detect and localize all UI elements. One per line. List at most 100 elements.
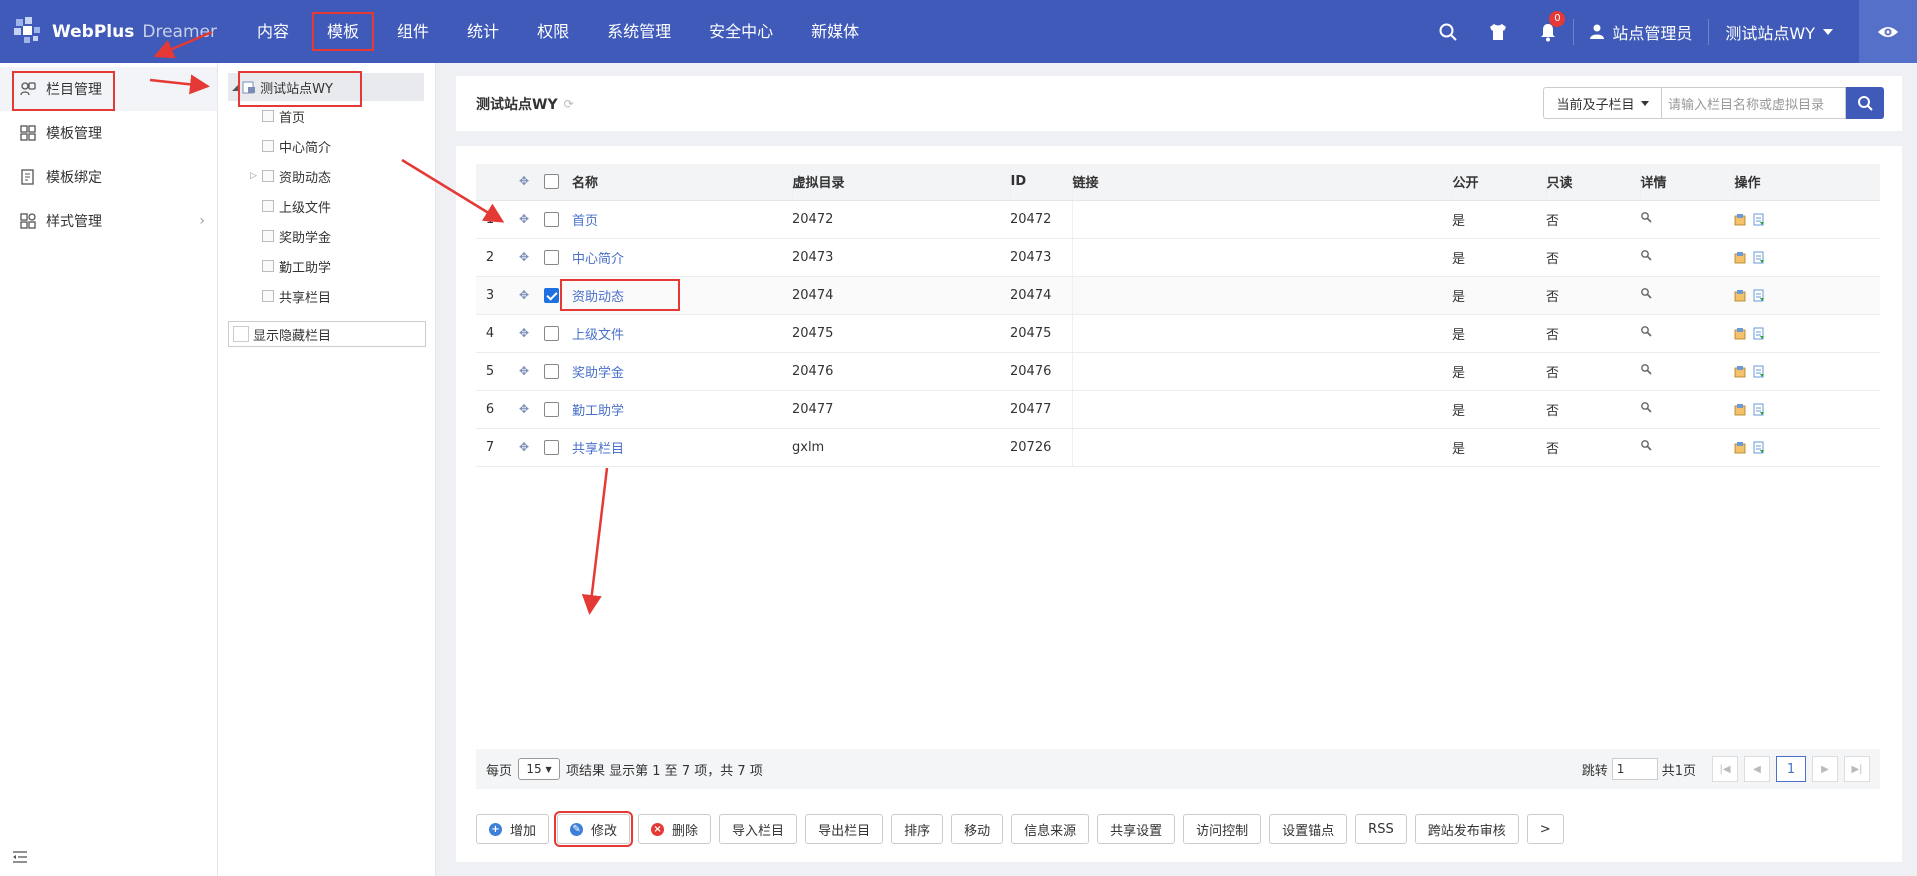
row-name-link[interactable]: 勤工助学 xyxy=(572,404,624,419)
edit-page-icon[interactable] xyxy=(1752,365,1765,378)
edit-page-icon[interactable] xyxy=(1752,441,1765,454)
table-row[interactable]: 2 ✥ 中心简介 20473 20473 是否 xyxy=(476,238,1880,277)
action-button-9[interactable]: 访问控制 xyxy=(1183,814,1262,844)
drag-handle-icon[interactable]: ✥ xyxy=(504,314,544,353)
magnifier-icon[interactable] xyxy=(1640,325,1652,337)
bell-icon[interactable]: 0 xyxy=(1523,0,1573,63)
edit-page-icon[interactable] xyxy=(1752,403,1765,416)
action-button-0[interactable]: + 增加 xyxy=(476,814,550,844)
edit-properties-icon[interactable] xyxy=(1734,441,1747,454)
nav-statistics[interactable]: 统计 xyxy=(448,0,518,63)
site-switcher[interactable]: 测试站点WY xyxy=(1708,18,1849,45)
next-page-icon[interactable]: ▶ xyxy=(1812,756,1838,782)
row-name-link[interactable]: 共享栏目 xyxy=(572,442,624,457)
row-checkbox[interactable] xyxy=(544,211,559,227)
row-name-link[interactable]: 上级文件 xyxy=(572,328,624,343)
row-name-link[interactable]: 中心简介 xyxy=(572,252,624,267)
action-button-1[interactable]: ✎ 修改 xyxy=(554,811,634,847)
table-row[interactable]: 5 ✥ 奖助学金 20476 20476 是否 xyxy=(476,352,1880,391)
select-all-checkbox[interactable] xyxy=(544,174,559,190)
scope-select[interactable]: 当前及子栏目 xyxy=(1543,87,1661,119)
row-checkbox[interactable] xyxy=(544,363,559,379)
column-header-dir[interactable]: 虚拟目录 xyxy=(791,164,1010,201)
action-button-13[interactable]: > xyxy=(1526,814,1564,844)
column-header-readonly[interactable]: 只读 xyxy=(1545,164,1640,201)
magnifier-icon[interactable] xyxy=(1640,439,1652,451)
row-name-link[interactable]: 首页 xyxy=(572,214,598,229)
tree-node[interactable]: 中心简介 xyxy=(218,131,435,161)
prev-page-icon[interactable]: ◀ xyxy=(1744,756,1770,782)
row-name-link[interactable]: 奖助学金 xyxy=(572,366,624,381)
jump-input[interactable]: 1 xyxy=(1611,758,1658,780)
nav-new-media[interactable]: 新媒体 xyxy=(792,0,878,63)
edit-properties-icon[interactable] xyxy=(1734,403,1747,416)
magnifier-icon[interactable] xyxy=(1640,401,1652,413)
action-button-2[interactable]: × 删除 xyxy=(638,814,712,844)
sidebar-item-column-management[interactable]: 栏目管理 xyxy=(0,67,217,111)
edit-properties-icon[interactable] xyxy=(1734,289,1747,302)
edit-properties-icon[interactable] xyxy=(1734,327,1747,340)
edit-properties-icon[interactable] xyxy=(1734,365,1747,378)
theme-shirt-icon[interactable] xyxy=(1473,0,1523,63)
tree-node[interactable]: 奖助学金 xyxy=(218,221,435,251)
table-row[interactable]: 7 ✥ 共享栏目 gxlm 20726 是否 xyxy=(476,428,1880,467)
column-header-link[interactable]: 链接 xyxy=(1071,164,1452,201)
magnifier-icon[interactable] xyxy=(1640,211,1652,223)
action-button-6[interactable]: 移动 xyxy=(951,814,1004,844)
magnifier-icon[interactable] xyxy=(1640,287,1652,299)
edit-page-icon[interactable] xyxy=(1752,251,1765,264)
show-hidden-toggle[interactable]: 显示隐藏栏目 xyxy=(228,321,426,347)
edit-page-icon[interactable] xyxy=(1752,289,1765,302)
tree-node[interactable]: ▷ 资助动态 xyxy=(218,161,435,191)
last-page-icon[interactable]: ▶| xyxy=(1844,756,1870,782)
drag-handle-icon[interactable]: ✥ xyxy=(504,238,544,277)
drag-handle-icon[interactable]: ✥ xyxy=(504,352,544,391)
drag-handle-icon[interactable]: ✥ xyxy=(504,276,544,315)
nav-system[interactable]: 系统管理 xyxy=(588,0,690,63)
tree-collapsed-icon[interactable]: ▷ xyxy=(250,171,257,181)
edit-page-icon[interactable] xyxy=(1752,213,1765,226)
tree-node[interactable]: 勤工助学 xyxy=(218,251,435,281)
edit-properties-icon[interactable] xyxy=(1734,251,1747,264)
table-row[interactable]: 3 ✥ 资助动态 20474 20474 是否 xyxy=(476,276,1880,315)
tree-root[interactable]: ◢ 测试站点WY xyxy=(228,71,424,107)
table-row[interactable]: 4 ✥ 上级文件 20475 20475 是否 xyxy=(476,314,1880,353)
sidebar-item-style-management[interactable]: 样式管理 › xyxy=(0,199,217,243)
collapse-menu-icon[interactable] xyxy=(12,850,28,868)
table-row[interactable]: 1 ✥ 首页 20472 20472 是否 xyxy=(476,200,1880,239)
row-checkbox[interactable] xyxy=(544,249,559,265)
action-button-12[interactable]: 跨站发布审核 xyxy=(1414,814,1519,844)
nav-template[interactable]: 模板 xyxy=(308,0,378,63)
current-page-button[interactable]: 1 xyxy=(1776,756,1806,782)
action-button-10[interactable]: 设置锚点 xyxy=(1269,814,1348,844)
drag-handle-icon[interactable]: ✥ xyxy=(504,200,544,239)
drag-handle-icon[interactable]: ✥ xyxy=(504,390,544,429)
sidebar-item-template-binding[interactable]: 模板绑定 xyxy=(0,155,217,199)
show-hidden-checkbox[interactable] xyxy=(233,326,249,342)
magnifier-icon[interactable] xyxy=(1640,363,1652,375)
row-checkbox[interactable] xyxy=(544,287,559,303)
drag-handle-icon[interactable]: ✥ xyxy=(504,428,544,467)
nav-permission[interactable]: 权限 xyxy=(518,0,588,63)
nav-content[interactable]: 内容 xyxy=(238,0,308,63)
first-page-icon[interactable]: |◀ xyxy=(1712,756,1738,782)
search-button[interactable] xyxy=(1846,87,1884,119)
tree-node[interactable]: 首页 xyxy=(218,101,435,131)
nav-component[interactable]: 组件 xyxy=(378,0,448,63)
user-menu[interactable]: 站点管理员 xyxy=(1573,18,1708,45)
column-header-public[interactable]: 公开 xyxy=(1451,164,1546,201)
row-checkbox[interactable] xyxy=(544,325,559,341)
search-icon[interactable] xyxy=(1423,0,1473,63)
refresh-icon[interactable]: ⟳ xyxy=(564,97,574,111)
table-row[interactable]: 6 ✥ 勤工助学 20477 20477 是否 xyxy=(476,390,1880,429)
magnifier-icon[interactable] xyxy=(1640,249,1652,261)
column-header-name[interactable]: 名称 xyxy=(572,164,792,201)
page-size-select[interactable]: 15 ▼ xyxy=(518,758,561,780)
tree-node[interactable]: 共享栏目 xyxy=(218,281,435,311)
row-checkbox[interactable] xyxy=(544,401,559,417)
tree-node[interactable]: 上级文件 xyxy=(218,191,435,221)
action-button-11[interactable]: RSS xyxy=(1355,814,1407,844)
action-button-5[interactable]: 排序 xyxy=(891,814,944,844)
preview-eye-icon[interactable] xyxy=(1859,0,1917,63)
sidebar-item-template-management[interactable]: 模板管理 xyxy=(0,111,217,155)
